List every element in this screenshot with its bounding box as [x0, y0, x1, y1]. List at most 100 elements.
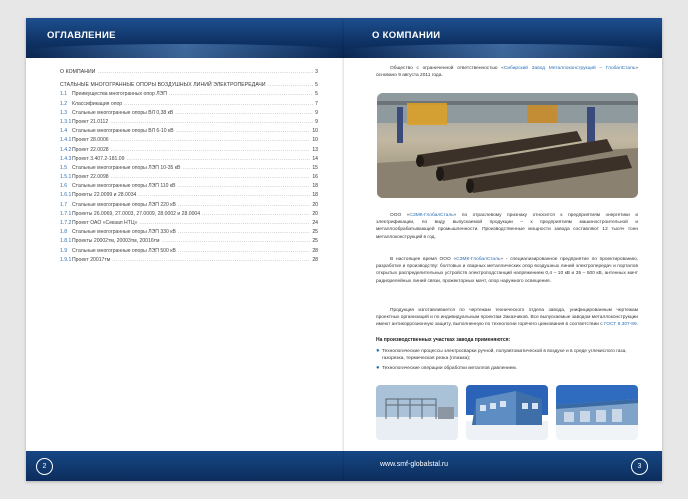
toc-entry-number: 1.2 — [60, 100, 68, 107]
toc-dot-leader — [98, 69, 314, 75]
paragraph-1: ООО «СЗМК-ГлобалСталь» по отраслевому пр… — [376, 212, 638, 241]
toc-entry[interactable]: 1.6 Стальные многогранные опоры ЛЭП 110 к… — [60, 183, 318, 192]
toc-entry-number: 1.4.1 — [60, 137, 72, 144]
toc-dot-leader — [268, 82, 313, 88]
toc-entry-number: 1.4 — [60, 128, 68, 135]
warehouse-photo — [556, 385, 638, 440]
toc-entry[interactable]: 1.4 Стальные многогранные опоры ВЛ 6-10 к… — [60, 128, 318, 137]
toc-entry-page: 20 — [312, 201, 318, 208]
toc-dot-leader — [111, 174, 311, 180]
header-swoosh — [344, 44, 662, 58]
photo-strip — [376, 385, 638, 440]
winter-construction-photo — [376, 385, 458, 440]
left-page: ОГЛАВЛЕНИЕ О КОМПАНИИ 3 СТАЛЬНЫЕ МНОГОГРАН… — [26, 18, 344, 481]
toc-entry[interactable]: 1.3.1Проект 21.0112 9 — [60, 119, 318, 128]
toc-entry[interactable]: 1.2 Классификация опор 7 — [60, 101, 318, 110]
toc-entry-title: Стальные многогранные опоры ЛЭП 110 кВ — [72, 183, 176, 190]
header-swoosh — [26, 44, 344, 58]
toc-dot-leader — [111, 137, 311, 143]
toc-entry[interactable]: 1.7 Стальные многогранные опоры ЛЭП 220 к… — [60, 202, 318, 211]
para2-company-link[interactable]: СЗМК-ГлобалСталь — [456, 257, 500, 262]
list-item-text: Технологические операции обработки метал… — [382, 366, 518, 371]
toc-entry-title: Стальные многогранные опоры ЛЭП 220 кВ — [72, 201, 176, 208]
toc-entry-number: 1.7.1 — [60, 210, 72, 217]
toc-entry-title: Стальные многогранные опоры ВЛ 6-10 кВ — [72, 128, 174, 135]
intro-paragraph: Общество с ограниченной ответственностью… — [376, 65, 638, 79]
toc-entry-title: Проект 20017тм — [72, 256, 111, 263]
toc-entry-page: 9 — [315, 109, 318, 116]
toc-entry-title: Проекты 20002тм, 20003тм, 20016тм — [72, 238, 160, 245]
toc-dot-leader — [182, 165, 310, 171]
toc-dot-leader — [110, 119, 313, 125]
toc-entry-title: Проекты 22.0099 и 28.0034 — [72, 192, 137, 199]
toc-entry-number: 1.7.2 — [60, 220, 72, 226]
toc-entry-page: 7 — [315, 100, 318, 107]
toc-entry-title: Проект 28.0006 — [72, 137, 109, 144]
toc-dot-leader — [178, 248, 310, 254]
list-item: ● Технологические операции обработки мет… — [376, 365, 638, 372]
toc-entry-title: Стальные многогранные опоры ЛЭП 10-35 кВ — [72, 164, 181, 171]
company-name-link[interactable]: Сибирский Завод Металлоконструкций – Гло… — [504, 66, 635, 71]
factory-building-photo — [466, 385, 548, 440]
toc-dot-leader — [139, 220, 310, 226]
toc-dot-leader — [175, 110, 313, 116]
toc-entry-number: 1.9 — [60, 247, 68, 254]
factory-illustration — [377, 93, 638, 198]
toc-dot-leader — [111, 147, 311, 153]
about-heading: О КОМПАНИИ — [372, 30, 441, 41]
paragraph-2: В настоящее время ООО «СЗМК-ГлобалСталь»… — [376, 256, 638, 285]
toc-entry-number: 1.7 — [60, 201, 68, 208]
toc-entry-title: Проект 22.0028 — [72, 146, 109, 153]
toc-entry-title: СТАЛЬНЫЕ МНОГОГРАННЫЕ ОПОРЫ ВОЗДУШНЫХ ЛИ… — [60, 82, 266, 89]
toc-entry[interactable]: 1.5.1Проект 22.0098 16 — [60, 174, 318, 183]
para1-company-link[interactable]: СЗМК-ГлобалСталь — [409, 213, 453, 218]
toc-dot-leader — [112, 257, 310, 263]
intro-text: Общество с ограниченной ответственностью… — [390, 66, 504, 71]
toc-entry-number: 1.6.1 — [60, 192, 72, 199]
toc-dot-leader — [124, 101, 313, 107]
toc-entry[interactable]: 1.9 Стальные многогранные опоры ЛЭП 500 к… — [60, 248, 318, 257]
toc-entry-page: 18 — [312, 192, 318, 199]
toc-entry-number: 1.3 — [60, 109, 68, 116]
toc-entry-number: 1.5.1 — [60, 174, 72, 181]
toc-entry-page: 10 — [312, 128, 318, 135]
toc-entry[interactable]: 1.1 Преимущества многогранных опор ЛЭП 5 — [60, 91, 318, 100]
right-page-header: О КОМПАНИИ — [344, 18, 662, 58]
para2-text: В настоящее время ООО « — [390, 257, 457, 262]
paragraph-3: Продукция изготавливается по чертежам те… — [376, 307, 638, 329]
toc-entry-number: 1.6 — [60, 183, 68, 190]
toc-entry-number: 1.3.1 — [60, 118, 72, 125]
toc-entry[interactable]: 1.4.2Проект 22.0028 13 — [60, 147, 318, 156]
toc-entry-page: 9 — [315, 118, 318, 125]
toc-entry-page: 28 — [312, 247, 318, 254]
toc-entry-page: 10 — [312, 137, 318, 144]
toc-entry-page: 20 — [312, 210, 318, 217]
page-number: 2 — [36, 458, 53, 475]
toc-entry-number: 1.8 — [60, 229, 68, 236]
toc-entry[interactable]: 1.7.2Проект ОАО «Севзап НТЦ» 24 — [60, 220, 318, 229]
toc-entry[interactable]: 1.7.1 Проекты 26.0069, 27.0003, 27.0009, … — [60, 211, 318, 220]
toc-entry[interactable]: 1.4.1Проект 28.0006 10 — [60, 137, 318, 146]
gost-link[interactable]: ГОСТ 9.307-89 — [604, 322, 637, 327]
toc-entry-number: 1.9.1 — [60, 256, 72, 263]
para1-text: ООО « — [390, 213, 410, 218]
toc-entry[interactable]: 1.5 Стальные многогранные опоры ЛЭП 10-35… — [60, 165, 318, 174]
toc-entry-page: 18 — [312, 183, 318, 190]
toc-dot-leader — [178, 202, 310, 208]
toc-entry[interactable]: 1.6.1Проекты 22.0099 и 28.0034 18 — [60, 192, 318, 201]
page-number: 3 — [631, 458, 648, 475]
toc-entry[interactable]: О КОМПАНИИ 3 — [60, 69, 318, 78]
toc-entry[interactable]: 1.8 Стальные многогранные опоры ЛЭП 330 к… — [60, 229, 318, 238]
toc-entry[interactable]: 1.4.3Проект 3.407.2-181.09 14 — [60, 156, 318, 165]
toc-entry[interactable]: 1.8.1Проекты 20002тм, 20003тм, 20016тм 25 — [60, 238, 318, 247]
toc-entry[interactable]: СТАЛЬНЫЕ МНОГОГРАННЫЕ ОПОРЫ ВОЗДУШНЫХ ЛИ… — [60, 82, 318, 91]
toc-entry-number: 1.4.2 — [60, 146, 72, 153]
factory-photo — [377, 93, 638, 198]
toc-entry-title: Проект ОАО «Севзап НТЦ» — [72, 220, 138, 226]
toc-entry-title: Проект 3.407.2-181.09 — [72, 155, 125, 162]
toc-entry[interactable]: 1.3 Стальные многогранные опоры ВЛ 0,38 к… — [60, 110, 318, 119]
website-link[interactable]: www.smf-globalstal.ru — [380, 461, 448, 468]
toc-entry[interactable]: 1.9.1Проект 20017тм 28 — [60, 257, 318, 266]
para3-text: Продукция изготавливается по чертежам те… — [376, 308, 638, 328]
right-page-footer: www.smf-globalstal.ru 3 — [344, 451, 662, 481]
